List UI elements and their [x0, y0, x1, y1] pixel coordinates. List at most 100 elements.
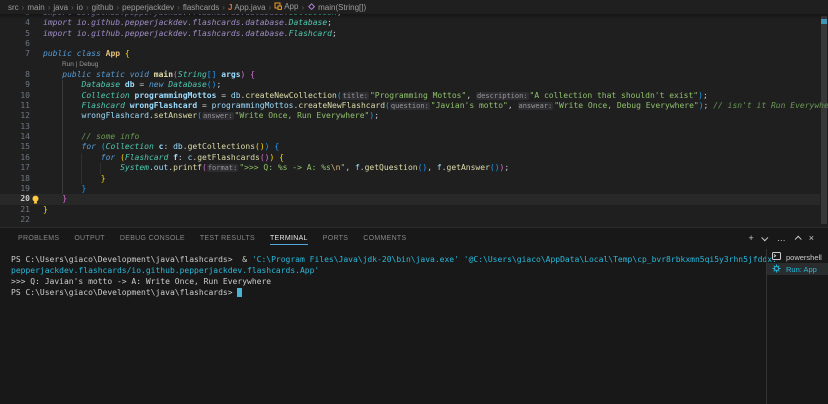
line-number: 19: [0, 184, 30, 194]
code-token: ;: [703, 91, 708, 100]
glyph-margin: [30, 29, 43, 39]
code-token: "Javian's motto": [431, 101, 508, 110]
breadcrumb-item[interactable]: io: [77, 3, 83, 12]
codelens-debug-link[interactable]: Debug: [79, 61, 98, 68]
breadcrumb-separator: ›: [222, 3, 225, 12]
code-token: db: [173, 142, 183, 151]
more-actions-button[interactable]: …: [777, 234, 786, 243]
panel-tab-output[interactable]: OUTPUT: [74, 232, 105, 245]
code-line[interactable]: 7public class App {: [0, 49, 820, 59]
code-token: for: [82, 142, 96, 151]
code-line[interactable]: 5import io.github.pepperjackdev.flashcar…: [0, 29, 820, 39]
terminal-line: PS C:\Users\giaco\Development\java\flash…: [11, 287, 777, 298]
breadcrumb-item[interactable]: github: [92, 3, 114, 12]
line-number: 5: [0, 29, 30, 39]
code-text: Flashcard wrongFlashcard = programmingMo…: [43, 101, 828, 111]
java-file-icon: J: [228, 3, 232, 12]
code-text: // some info: [43, 132, 139, 142]
code-line[interactable]: 17 System.out.printf(format:">>> Q: %s -…: [0, 163, 820, 173]
panel-tab-terminal[interactable]: TERMINAL: [270, 232, 308, 245]
glyph-margin: [30, 111, 43, 121]
code-token: String: [178, 70, 207, 79]
panel-tab-ports[interactable]: PORTS: [323, 232, 349, 245]
code-token: (): [207, 80, 217, 89]
code-text: Collection programmingMottos = db.create…: [43, 91, 708, 101]
code-token: {: [250, 70, 255, 79]
code-line[interactable]: 15 for (Collection c: db.getCollections(…: [0, 142, 820, 152]
line-number: 9: [0, 80, 30, 90]
overview-ruler-decoration: [821, 19, 827, 24]
maximize-panel-button[interactable]: [795, 234, 800, 243]
code-token: main: [154, 70, 173, 79]
breadcrumb-item[interactable]: main: [27, 3, 44, 12]
code-token: PS C:\Users\giaco\Development\java\flash…: [11, 255, 233, 264]
code-token: (): [490, 163, 500, 172]
glyph-margin: [30, 205, 43, 215]
editor-scrollbar[interactable]: [820, 14, 828, 227]
panel-tab-problems[interactable]: PROBLEMS: [18, 232, 59, 245]
breadcrumb-item[interactable]: pepperjackdev: [122, 3, 174, 12]
code-line[interactable]: 6: [0, 39, 820, 49]
code-line[interactable]: 18 }: [0, 174, 820, 184]
launch-profile-dropdown[interactable]: [763, 234, 768, 243]
inlay-hint: answear:: [518, 102, 554, 110]
code-token: ;: [332, 29, 337, 38]
code-line[interactable]: 21}: [0, 205, 820, 215]
editor[interactable]: 3import io.github.pepperjackdev.flashcar…: [0, 14, 828, 227]
code-line[interactable]: 10 Collection programmingMottos = db.cre…: [0, 91, 820, 101]
class-symbol-icon: [274, 2, 282, 12]
codelens-run-link[interactable]: Run: [62, 61, 74, 68]
terminal[interactable]: PS C:\Users\giaco\Development\java\flash…: [0, 249, 777, 404]
breadcrumb-class-label: App: [284, 2, 298, 11]
code-line[interactable]: 13: [0, 122, 820, 132]
code-token: Collection: [82, 91, 130, 100]
breadcrumb-separator: ›: [48, 3, 51, 12]
panel-tab-debug-console[interactable]: DEBUG CONSOLE: [120, 232, 185, 245]
code-line[interactable]: 20 }: [0, 194, 820, 204]
breadcrumb-folders: src›main›java›io›github›pepperjackdev›fl…: [8, 3, 228, 12]
code-line[interactable]: 4import io.github.pepperjackdev.flashcar…: [0, 18, 820, 28]
terminal-list-item[interactable]: Run: App: [767, 263, 828, 275]
breadcrumb-file-label: App.java: [234, 3, 265, 12]
breadcrumb-file[interactable]: JApp.java: [228, 3, 266, 12]
code-line[interactable]: 16 for (Flashcard f: c.getFlashcards()) …: [0, 153, 820, 163]
terminal-line: pepperjackdev.flashcards/io.github.peppe…: [11, 265, 777, 276]
code-text: public static void main(String[] args) {: [43, 70, 255, 80]
breadcrumb-item[interactable]: java: [53, 3, 68, 12]
code-token: Flashcard: [289, 29, 332, 38]
code-line[interactable]: 22: [0, 215, 820, 225]
terminal-line: >>> Q: Javian's motto -> A: Write Once, …: [11, 276, 777, 287]
indent-guide: [100, 163, 101, 174]
glyph-margin: [30, 39, 43, 49]
breadcrumb-item[interactable]: src: [8, 3, 19, 12]
code-token: []: [207, 70, 217, 79]
close-panel-button[interactable]: ×: [809, 234, 814, 243]
code-line[interactable]: 14 // some info: [0, 132, 820, 142]
breadcrumb-method-symbol[interactable]: main(String[]): [307, 2, 366, 13]
terminal-list-item-label: Run: App: [786, 265, 817, 274]
code-line[interactable]: 8 public static void main(String[] args)…: [0, 70, 820, 80]
code-line[interactable]: 19 }: [0, 184, 820, 194]
gear-icon: [772, 264, 781, 275]
breadcrumb-item[interactable]: flashcards: [183, 3, 219, 12]
breadcrumb-separator: ›: [116, 3, 119, 12]
editor-scrollbar-slider[interactable]: [821, 16, 827, 224]
panel-tab-test-results[interactable]: TEST RESULTS: [200, 232, 255, 245]
code-token: getAnswer: [447, 163, 490, 172]
code-token: :: [163, 142, 173, 151]
breadcrumb-class-symbol[interactable]: App: [274, 2, 298, 12]
panel-tab-comments[interactable]: COMMENTS: [363, 232, 406, 245]
terminal-list-item[interactable]: powershell: [767, 251, 828, 263]
line-number: 10: [0, 91, 30, 101]
code-token: import io.github.pepperjackdev.flashcard…: [43, 14, 289, 17]
code-text: }: [43, 205, 48, 215]
line-number: 16: [0, 153, 30, 163]
code-token: [43, 194, 62, 203]
code-line[interactable]: 9 Database db = new Database();: [0, 80, 820, 90]
breadcrumb-separator: ›: [86, 3, 89, 12]
code-line[interactable]: 12 wrongFlashcard.setAnswer(answer:"Writ…: [0, 111, 820, 121]
code-line[interactable]: 11 Flashcard wrongFlashcard = programmin…: [0, 101, 820, 111]
terminal-list-item-label: powershell: [786, 253, 822, 262]
new-terminal-button[interactable]: +: [748, 234, 753, 243]
code-token: import io.github.pepperjackdev.flashcard…: [43, 18, 289, 27]
